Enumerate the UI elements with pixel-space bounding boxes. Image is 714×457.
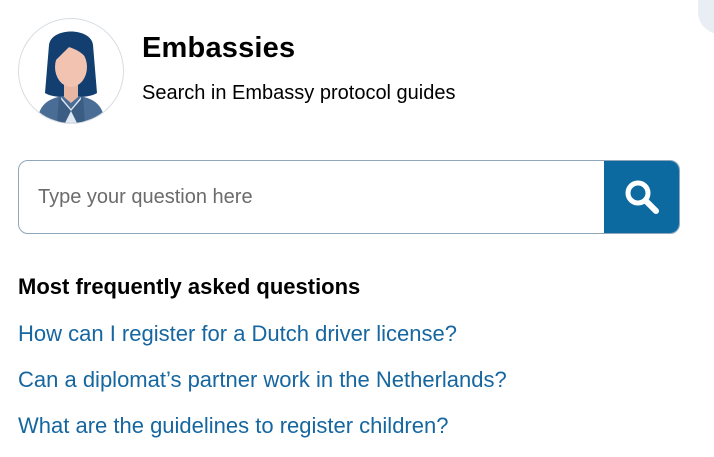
list-item: How can I register for a Dutch driver li… <box>18 318 507 364</box>
search-icon <box>625 180 659 214</box>
woman-avatar-icon <box>37 31 105 123</box>
corner-decoration <box>698 0 714 34</box>
list-item: What are the guidelines to register chil… <box>18 410 507 456</box>
page-title: Embassies <box>142 32 296 64</box>
search-input[interactable] <box>19 161 607 233</box>
faq-link-register-children[interactable]: What are the guidelines to register chil… <box>18 413 448 438</box>
faq-list: How can I register for a Dutch driver li… <box>18 318 507 456</box>
search-bar <box>18 160 680 234</box>
page-subtitle: Search in Embassy protocol guides <box>142 82 456 104</box>
faq-link-partner-work[interactable]: Can a diplomat’s partner work in the Net… <box>18 367 507 392</box>
header: Embassies Search in Embassy protocol gui… <box>18 18 678 126</box>
faq-heading: Most frequently asked questions <box>18 274 361 299</box>
avatar <box>18 18 124 124</box>
list-item: Can a diplomat’s partner work in the Net… <box>18 364 507 410</box>
search-button[interactable] <box>604 161 679 233</box>
faq-link-driver-license[interactable]: How can I register for a Dutch driver li… <box>18 321 457 346</box>
